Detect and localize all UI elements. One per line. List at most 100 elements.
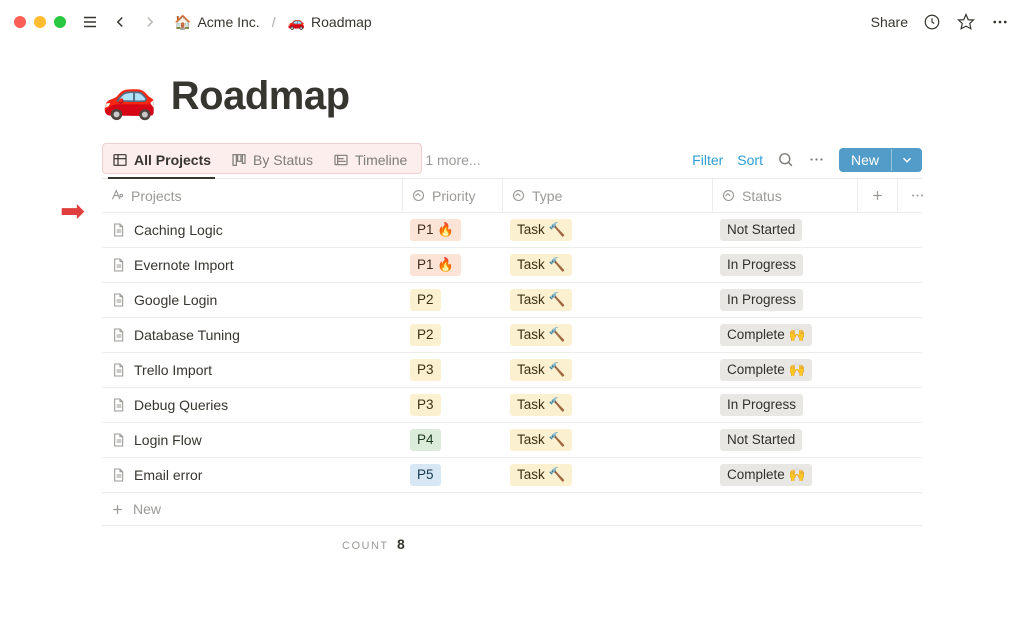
forward-icon[interactable]: [140, 12, 160, 32]
view-actions: Filter Sort New: [692, 148, 922, 172]
col-projects[interactable]: Projects: [102, 179, 402, 212]
priority-pill: P5: [410, 464, 441, 486]
cell-title[interactable]: Database Tuning: [102, 318, 402, 352]
page-icon: [110, 467, 126, 483]
new-row-button[interactable]: New: [102, 493, 922, 525]
page-icon: [110, 222, 126, 238]
cell-empty: [857, 353, 897, 387]
table-row[interactable]: Email error P5 Task 🔨Complete 🙌: [102, 458, 922, 493]
cell-status[interactable]: Not Started: [712, 213, 857, 247]
col-type[interactable]: Type: [502, 179, 712, 212]
more-icon[interactable]: [990, 12, 1010, 32]
cell-title[interactable]: Caching Logic: [102, 213, 402, 247]
view-tab-all-projects[interactable]: All Projects: [102, 141, 221, 178]
table-header-row: Projects Priority Type Status: [102, 179, 922, 213]
cell-type[interactable]: Task 🔨: [502, 283, 712, 317]
page-icon: [110, 397, 126, 413]
cell-status[interactable]: Complete 🙌: [712, 318, 857, 352]
cell-type[interactable]: Task 🔨: [502, 248, 712, 282]
table-row[interactable]: Caching LogicP1 🔥Task 🔨Not Started: [102, 213, 922, 248]
cell-title[interactable]: Email error: [102, 458, 402, 492]
page-icon: [110, 432, 126, 448]
page-icon: [110, 292, 126, 308]
view-more-icon[interactable]: [808, 151, 825, 168]
cell-priority[interactable]: P2: [402, 318, 502, 352]
cell-priority[interactable]: P1 🔥: [402, 248, 502, 282]
new-row-label: New: [133, 501, 161, 517]
cell-empty: [857, 458, 897, 492]
cell-priority[interactable]: P3: [402, 388, 502, 422]
star-icon[interactable]: [956, 12, 976, 32]
cell-priority[interactable]: P5: [402, 458, 502, 492]
add-column-button[interactable]: [857, 179, 897, 212]
column-menu-button[interactable]: [897, 179, 937, 212]
cell-type[interactable]: Task 🔨: [502, 213, 712, 247]
close-window-dot[interactable]: [14, 16, 26, 28]
cell-status[interactable]: Not Started: [712, 423, 857, 457]
page-emoji[interactable]: 🚗: [102, 75, 157, 119]
table-row[interactable]: Login Flow P4 Task 🔨Not Started: [102, 423, 922, 458]
table-row[interactable]: Debug QueriesP3Task 🔨In Progress: [102, 388, 922, 423]
table-row[interactable]: Google LoginP2Task 🔨In Progress: [102, 283, 922, 318]
table-row[interactable]: Evernote Import P1 🔥Task 🔨In Progress: [102, 248, 922, 283]
col-label: Status: [742, 188, 782, 204]
col-status[interactable]: Status: [712, 179, 857, 212]
row-count: COUNT 8: [102, 526, 922, 552]
cell-priority[interactable]: P2: [402, 283, 502, 317]
clock-icon[interactable]: [922, 12, 942, 32]
view-tab-timeline[interactable]: Timeline: [323, 141, 417, 178]
database-table: Projects Priority Type Status: [102, 179, 922, 526]
cell-title[interactable]: Evernote Import: [102, 248, 402, 282]
cell-type[interactable]: Task 🔨: [502, 423, 712, 457]
cell-status[interactable]: Complete 🙌: [712, 353, 857, 387]
back-icon[interactable]: [110, 12, 130, 32]
cell-title[interactable]: Login Flow: [102, 423, 402, 457]
hamburger-icon[interactable]: [80, 12, 100, 32]
select-property-icon: [721, 188, 736, 203]
timeline-icon: [333, 152, 349, 168]
cell-empty: [897, 213, 937, 247]
cell-priority[interactable]: P4: [402, 423, 502, 457]
board-icon: [231, 152, 247, 168]
cell-title[interactable]: Trello Import: [102, 353, 402, 387]
cell-status[interactable]: In Progress: [712, 248, 857, 282]
cell-type[interactable]: Task 🔨: [502, 353, 712, 387]
zoom-window-dot[interactable]: [54, 16, 66, 28]
filter-link[interactable]: Filter: [692, 152, 723, 168]
status-pill: Complete 🙌: [720, 359, 812, 381]
share-button[interactable]: Share: [871, 14, 908, 30]
cell-status[interactable]: Complete 🙌: [712, 458, 857, 492]
text-property-icon: [110, 188, 125, 203]
new-button[interactable]: New: [839, 148, 922, 172]
table-row[interactable]: Database Tuning P2Task 🔨Complete 🙌: [102, 318, 922, 353]
chevron-down-icon[interactable]: [891, 149, 922, 171]
breadcrumb-page[interactable]: 🚗 Roadmap: [284, 12, 376, 33]
col-label: Priority: [432, 188, 476, 204]
row-title: Database Tuning: [134, 327, 240, 343]
breadcrumb-workspace[interactable]: 🏠 Acme Inc.: [170, 12, 264, 33]
col-priority[interactable]: Priority: [402, 179, 502, 212]
page-title[interactable]: Roadmap: [171, 74, 350, 119]
page-body: ➡ 🚗 Roadmap All Projects By Status Timel…: [0, 44, 1024, 552]
select-property-icon: [411, 188, 426, 203]
cell-title[interactable]: Debug Queries: [102, 388, 402, 422]
minimize-window-dot[interactable]: [34, 16, 46, 28]
search-icon[interactable]: [777, 151, 794, 168]
col-label: Projects: [131, 188, 182, 204]
workspace-emoji: 🏠: [174, 14, 191, 31]
priority-pill: P4: [410, 429, 441, 451]
table-row[interactable]: Trello ImportP3Task 🔨 Complete 🙌: [102, 353, 922, 388]
row-title: Evernote Import: [134, 257, 234, 273]
cell-status[interactable]: In Progress: [712, 388, 857, 422]
cell-type[interactable]: Task 🔨: [502, 458, 712, 492]
cell-type[interactable]: Task 🔨: [502, 318, 712, 352]
view-tab-by-status[interactable]: By Status: [221, 141, 323, 178]
cell-title[interactable]: Google Login: [102, 283, 402, 317]
cell-priority[interactable]: P1 🔥: [402, 213, 502, 247]
cell-type[interactable]: Task 🔨: [502, 388, 712, 422]
cell-priority[interactable]: P3: [402, 353, 502, 387]
page-emoji-small: 🚗: [288, 14, 305, 31]
cell-status[interactable]: In Progress: [712, 283, 857, 317]
more-views[interactable]: 1 more...: [417, 152, 488, 168]
sort-link[interactable]: Sort: [737, 152, 763, 168]
